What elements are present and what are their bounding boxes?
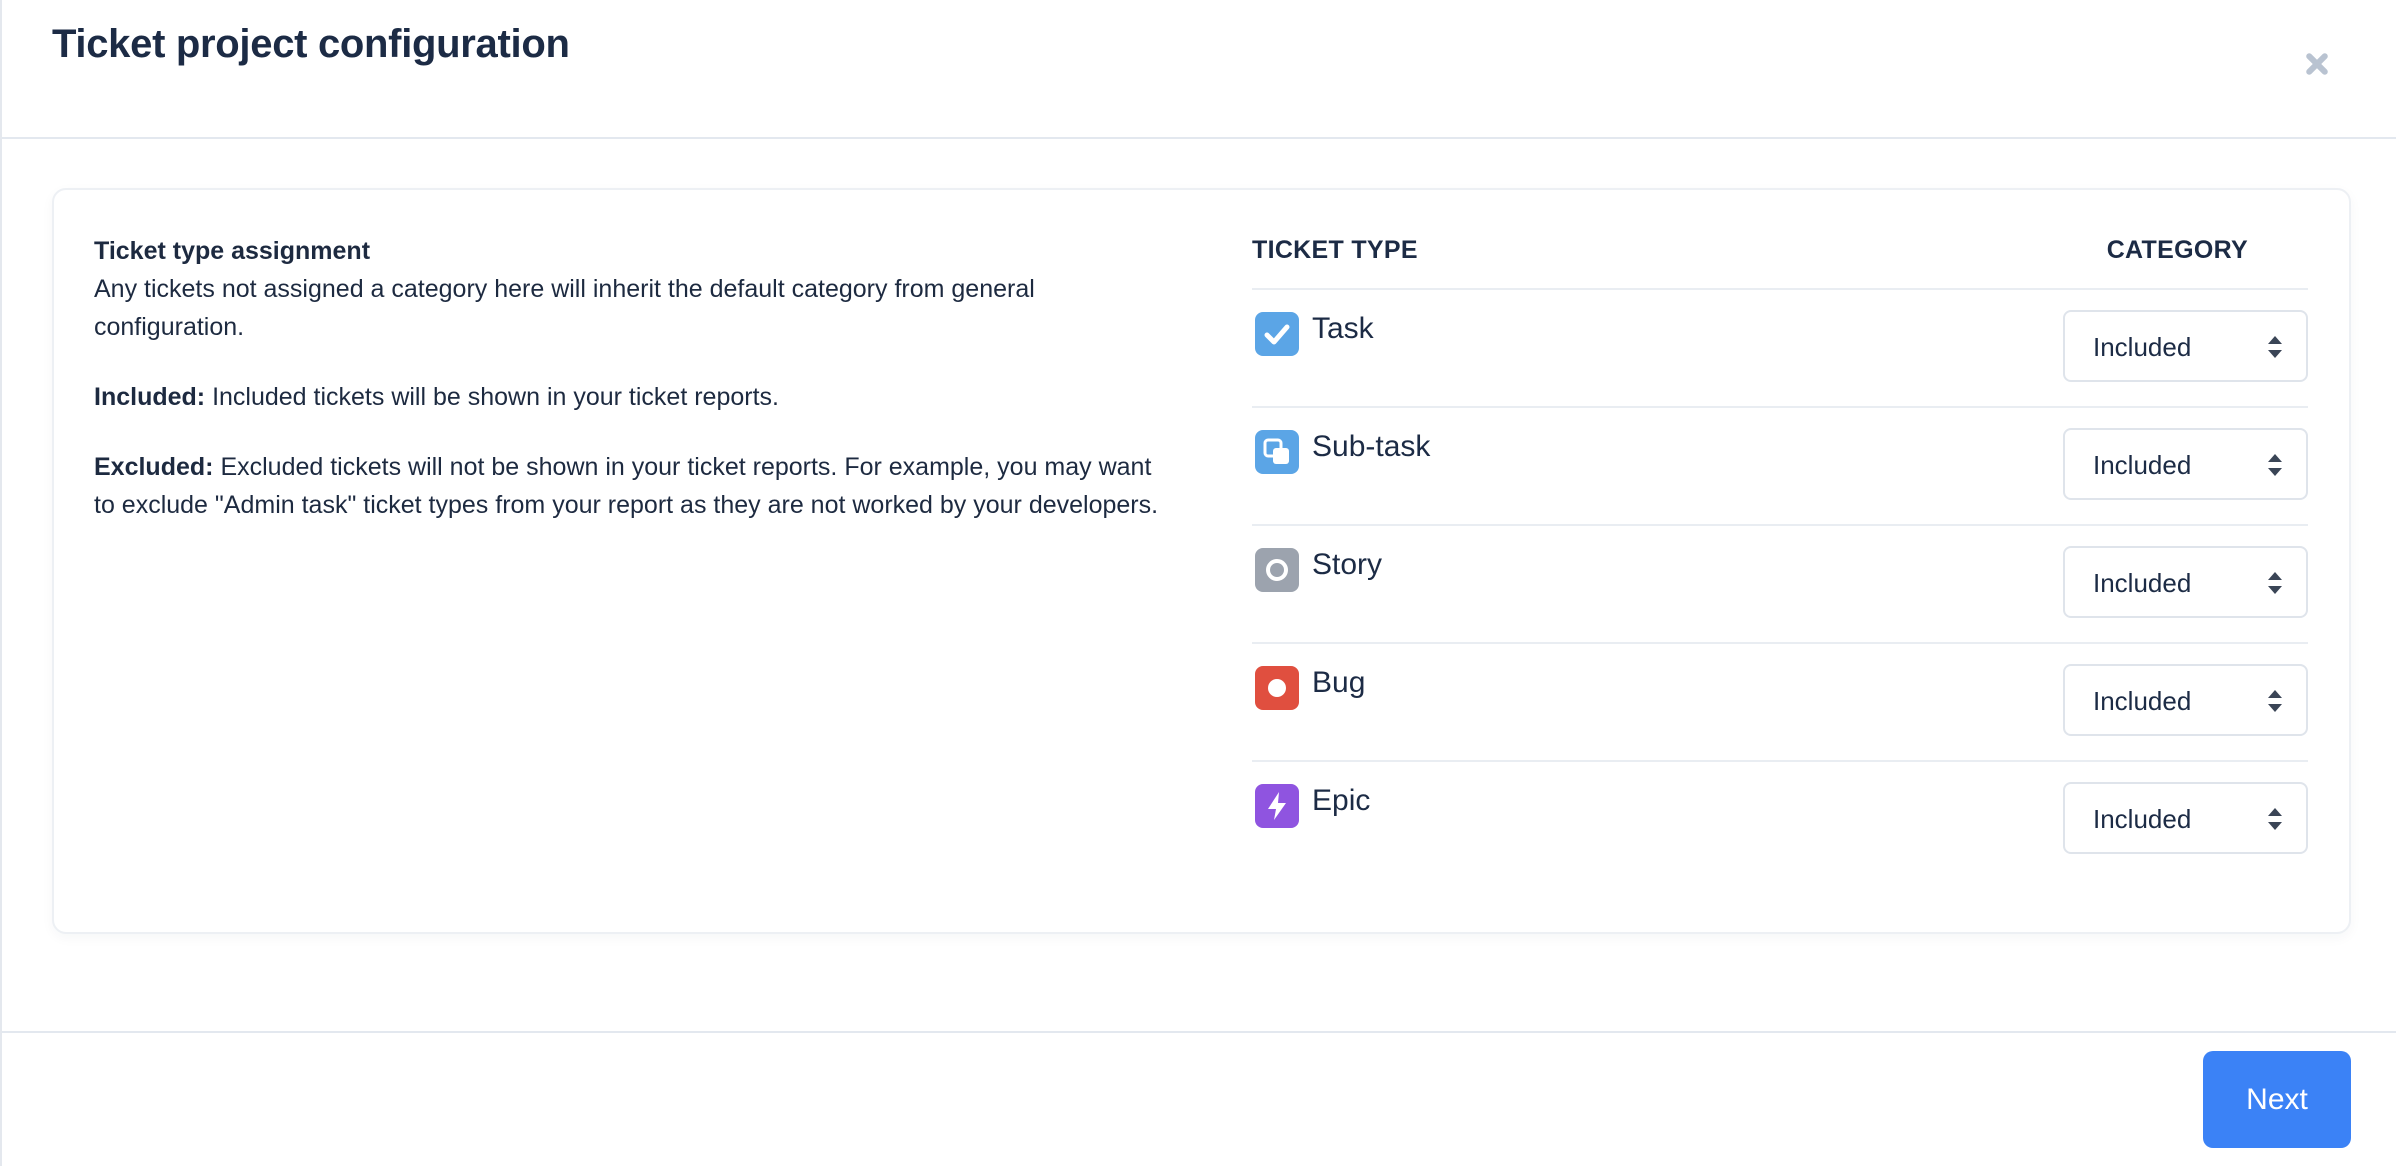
category-select[interactable]: Included [2063, 546, 2308, 618]
category-select[interactable]: Included [2063, 428, 2308, 500]
category-select-value: Included [2093, 332, 2192, 362]
info-panel: Ticket type assignment Any tickets not a… [94, 232, 1164, 524]
category-select[interactable]: Included [2063, 664, 2308, 736]
table-row: Story Included [1252, 526, 2308, 644]
select-caret-icon [2268, 808, 2282, 832]
ticket-type-label: Sub-task [1312, 430, 1431, 463]
ticket-type-label: Task [1312, 312, 1374, 345]
table-header: TICKET TYPE CATEGORY [1252, 232, 2308, 290]
table-row: Sub-task Included [1252, 408, 2308, 526]
category-select[interactable]: Included [2063, 782, 2308, 854]
modal-footer [2, 1031, 2396, 1166]
info-heading: Ticket type assignment [94, 237, 371, 265]
select-caret-icon [2268, 336, 2282, 360]
excluded-explanation: Excluded: Excluded tickets will not be s… [94, 448, 1164, 524]
category-select-value: Included [2093, 804, 2192, 834]
ticket-type-label: Story [1312, 548, 1383, 581]
ticket-type-label: Bug [1312, 666, 1366, 699]
ticket-type-table: TICKET TYPE CATEGORY Task Included Sub-t… [1252, 232, 2308, 880]
epic-icon [1255, 784, 1299, 828]
included-label: Included: [94, 383, 206, 411]
info-description: Any tickets not assigned a category here… [94, 275, 1035, 341]
category-select-value: Included [2093, 686, 2192, 716]
story-icon [1255, 548, 1299, 592]
excluded-label: Excluded: [94, 453, 214, 481]
modal: Ticket project configuration Ticket type… [0, 0, 2396, 1166]
column-header-ticket-type: TICKET TYPE [1252, 236, 1418, 264]
select-caret-icon [2268, 690, 2282, 714]
included-explanation: Included: Included tickets will be shown… [94, 378, 1164, 416]
column-header-category: CATEGORY [2106, 236, 2248, 264]
category-select-value: Included [2093, 450, 2192, 480]
table-row: Bug Included [1252, 644, 2308, 762]
next-button[interactable]: Next [2203, 1051, 2351, 1148]
ticket-type-label: Epic [1312, 784, 1371, 817]
select-caret-icon [2268, 572, 2282, 596]
subtask-icon [1255, 430, 1299, 474]
table-row: Epic Included [1252, 762, 2308, 880]
bug-icon [1255, 666, 1299, 710]
excluded-text: Excluded tickets will not be shown in yo… [94, 453, 1159, 519]
category-select[interactable]: Included [2063, 310, 2308, 382]
close-icon[interactable] [2297, 44, 2337, 84]
select-caret-icon [2268, 454, 2282, 478]
table-row: Task Included [1252, 290, 2308, 408]
task-icon [1255, 312, 1299, 356]
modal-title: Ticket project configuration [52, 22, 570, 66]
included-text: Included tickets will be shown in your t… [212, 383, 779, 411]
modal-header: Ticket project configuration [2, 0, 2396, 139]
category-select-value: Included [2093, 568, 2192, 598]
